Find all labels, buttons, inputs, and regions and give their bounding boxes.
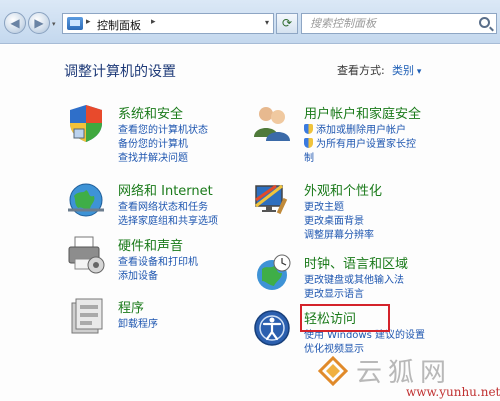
link-devices-printers[interactable]: 查看设备和打印机 bbox=[118, 253, 198, 268]
search-input[interactable] bbox=[302, 14, 472, 33]
uac-shield-icon bbox=[304, 124, 313, 134]
page-title: 调整计算机的设置 bbox=[64, 64, 176, 80]
link-network-status[interactable]: 查看网络状态和任务 bbox=[118, 198, 208, 213]
category-title-hardware[interactable]: 硬件和声音 bbox=[118, 235, 183, 254]
address-dropdown-icon[interactable]: ▾ bbox=[265, 18, 269, 27]
link-find-fix-problems[interactable]: 查找并解决问题 bbox=[118, 149, 188, 164]
users-icon[interactable] bbox=[252, 103, 292, 143]
link-change-theme[interactable]: 更改主题 bbox=[304, 198, 344, 213]
breadcrumb-separator[interactable]: ▸ bbox=[86, 17, 91, 27]
uac-shield-icon bbox=[304, 138, 313, 148]
link-text[interactable]: 为所有用户设置家长控 bbox=[316, 139, 416, 150]
link-view-computer-status[interactable]: 查看您的计算机状态 bbox=[118, 121, 208, 136]
link-homegroup-sharing[interactable]: 选择家庭组和共享选项 bbox=[118, 212, 218, 227]
recent-pages-dropdown[interactable]: ▾ bbox=[52, 20, 60, 28]
breadcrumb-control-panel[interactable]: 控制面板 bbox=[97, 17, 141, 33]
clock-globe-icon[interactable] bbox=[252, 253, 292, 293]
link-parental-controls-wrap[interactable]: 制 bbox=[304, 149, 314, 164]
category-title-users[interactable]: 用户帐户和家庭安全 bbox=[304, 103, 421, 122]
link-add-device[interactable]: 添加设备 bbox=[118, 267, 158, 282]
address-bar[interactable]: ▸ 控制面板 ▸ ▾ bbox=[62, 13, 274, 34]
link-parental-controls[interactable]: 为所有用户设置家长控 bbox=[304, 135, 416, 150]
appearance-monitor-icon[interactable] bbox=[252, 180, 292, 220]
view-by-dropdown[interactable]: 类别 bbox=[392, 62, 421, 78]
watermark-logo-icon bbox=[318, 356, 348, 386]
category-title-network[interactable]: 网络和 Internet bbox=[118, 180, 213, 199]
back-button[interactable]: ◀ bbox=[4, 12, 26, 34]
link-backup-computer[interactable]: 备份您的计算机 bbox=[118, 135, 188, 150]
link-uninstall-program[interactable]: 卸载程序 bbox=[118, 315, 158, 330]
link-change-display-language[interactable]: 更改显示语言 bbox=[304, 285, 364, 300]
address-toolbar: ◀ ▶ ▾ ▸ 控制面板 ▸ ▾ ⟳ bbox=[0, 0, 500, 44]
link-change-keyboard[interactable]: 更改键盘或其他输入法 bbox=[304, 271, 404, 286]
category-title-programs[interactable]: 程序 bbox=[118, 297, 144, 316]
control-panel-icon bbox=[67, 17, 83, 30]
view-by-label: 查看方式: bbox=[337, 64, 385, 77]
search-icon[interactable] bbox=[479, 17, 490, 28]
link-add-remove-accounts[interactable]: 添加或删除用户帐户 bbox=[304, 121, 406, 136]
security-shield-icon[interactable] bbox=[66, 103, 106, 143]
category-title-appearance[interactable]: 外观和个性化 bbox=[304, 180, 382, 199]
link-adjust-resolution[interactable]: 调整屏幕分辨率 bbox=[304, 226, 374, 241]
category-title-system[interactable]: 系统和安全 bbox=[118, 103, 183, 122]
forward-button[interactable]: ▶ bbox=[28, 12, 50, 34]
category-title-clock[interactable]: 时钟、语言和区域 bbox=[304, 253, 408, 272]
search-box[interactable] bbox=[301, 13, 497, 34]
watermark: 云狐网 www.yunhu.net bbox=[300, 350, 500, 401]
printer-icon[interactable] bbox=[66, 235, 106, 275]
refresh-button[interactable]: ⟳ bbox=[276, 13, 298, 34]
ease-of-access-icon[interactable] bbox=[252, 308, 292, 348]
network-globe-icon[interactable] bbox=[66, 180, 106, 220]
watermark-text: 云狐网 bbox=[356, 358, 453, 388]
programs-box-icon[interactable] bbox=[66, 297, 106, 337]
watermark-url: www.yunhu.net bbox=[406, 385, 500, 399]
breadcrumb-separator[interactable]: ▸ bbox=[151, 17, 156, 27]
main-content: 调整计算机的设置 查看方式: 类别 系统和安全 查看您的计算机状态 备份您的计算… bbox=[0, 45, 500, 401]
highlight-annotation-box bbox=[300, 304, 390, 332]
link-change-background[interactable]: 更改桌面背景 bbox=[304, 212, 364, 227]
